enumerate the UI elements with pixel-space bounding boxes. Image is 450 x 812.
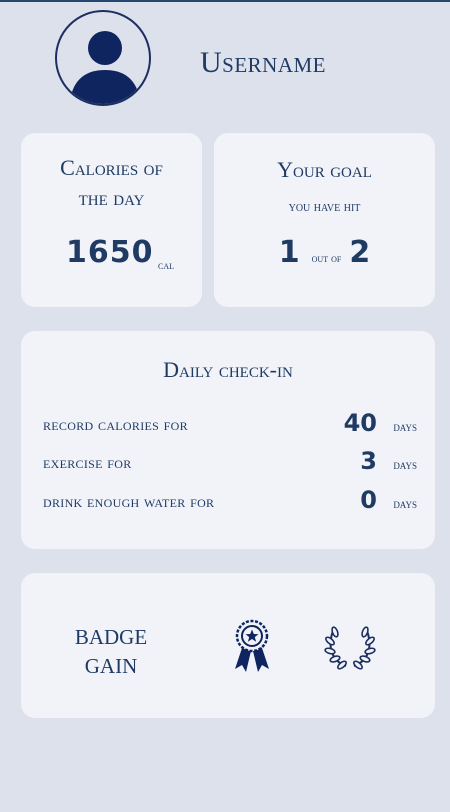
checkin-row-calories: record calories for 40 days xyxy=(43,407,417,437)
calories-title: Calories of the day xyxy=(21,153,202,213)
goal-progress: 1 out of 2 xyxy=(214,235,435,270)
badge-label-line1: BADGE xyxy=(74,625,148,649)
goal-subtitle: you have hit xyxy=(288,200,361,215)
goal-hit-count: 1 xyxy=(278,235,300,270)
checkin-row-value: 0 xyxy=(360,486,377,514)
calories-title-line1: Calories of xyxy=(60,155,163,180)
laurel-wreath-icon[interactable] xyxy=(324,621,376,676)
username: Username xyxy=(200,46,327,79)
badge-gain-label: BADGE GAIN xyxy=(61,623,161,681)
goal-title: Your goal xyxy=(277,157,372,182)
goal-out-of-label: out of xyxy=(311,251,342,265)
checkin-row-label: drink enough water for xyxy=(43,492,215,511)
goal-total-count: 2 xyxy=(349,235,371,270)
user-avatar-icon[interactable] xyxy=(55,10,151,106)
calories-title-line2: the day xyxy=(78,185,145,210)
goal-card[interactable]: Your goal you have hit 1 out of 2 xyxy=(214,133,435,307)
checkin-row-unit: days xyxy=(393,419,417,434)
checkin-title: Daily check-in xyxy=(163,357,293,382)
checkin-row-label: exercise for xyxy=(43,453,132,472)
checkin-row-label: record calories for xyxy=(43,415,188,434)
checkin-row-water: drink enough water for 0 days xyxy=(43,484,417,514)
award-ribbon-icon[interactable] xyxy=(232,619,272,680)
checkin-row-unit: days xyxy=(393,496,417,511)
calories-card[interactable]: Calories of the day 1650 cal xyxy=(21,133,202,307)
checkin-row-value: 3 xyxy=(360,447,377,475)
calories-value: 1650 xyxy=(66,235,154,270)
badge-label-line2: GAIN xyxy=(84,654,138,678)
checkin-row-value: 40 xyxy=(343,409,377,437)
checkin-row-exercise: exercise for 3 days xyxy=(43,445,417,475)
badge-card[interactable]: BADGE GAIN xyxy=(21,573,435,718)
calories-unit: cal xyxy=(158,258,174,272)
daily-checkin-card[interactable]: Daily check-in record calories for 40 da… xyxy=(21,331,435,549)
checkin-row-unit: days xyxy=(393,457,417,472)
